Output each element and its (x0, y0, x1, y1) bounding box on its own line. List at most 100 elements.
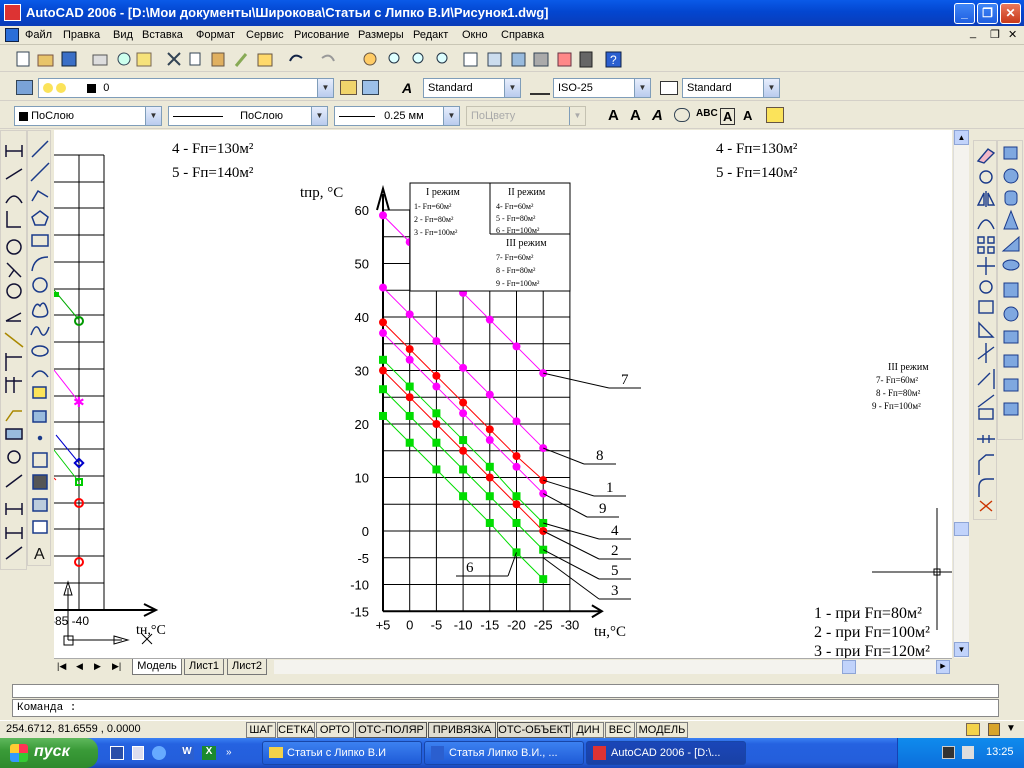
color-dropdown[interactable]: ПоСлою ▼ (14, 106, 162, 126)
join-icon[interactable] (977, 435, 995, 443)
publish-icon[interactable] (136, 52, 152, 67)
sheet-set-icon[interactable] (533, 52, 549, 67)
menu-window[interactable]: Окно (462, 29, 488, 41)
revolve-icon[interactable] (1003, 306, 1019, 322)
hatch-icon[interactable] (32, 452, 48, 468)
zoom-previous-icon[interactable] (436, 52, 448, 64)
help-icon[interactable]: ? (605, 51, 622, 68)
otrack-toggle[interactable]: ОТС-ОБЪЕКТ (497, 722, 571, 738)
menu-help[interactable]: Справка (501, 29, 544, 41)
offset-icon[interactable] (977, 219, 995, 230)
aligned-dim-icon[interactable] (5, 168, 23, 180)
autocad-app-icon[interactable] (4, 4, 21, 21)
tab-layout1[interactable]: Лист1 (184, 659, 224, 675)
gradient-icon[interactable] (32, 474, 48, 490)
sphere-icon[interactable] (1003, 168, 1019, 184)
mirror-icon[interactable] (976, 191, 996, 207)
layer-dropdown[interactable]: 0 ▼ (38, 78, 334, 98)
slice-icon[interactable] (1003, 330, 1019, 344)
task-word[interactable]: Статья Липко В.И., ... (424, 741, 584, 765)
spline-icon[interactable] (30, 326, 50, 336)
rectangle-icon[interactable] (31, 234, 49, 247)
text-style-edit-icon[interactable]: A (652, 107, 663, 124)
tray-volume-icon[interactable] (962, 746, 974, 759)
quicklaunch-save-icon[interactable] (110, 746, 124, 760)
arc-length-icon[interactable] (5, 195, 23, 204)
pan-icon[interactable] (363, 52, 377, 66)
extend-icon[interactable] (977, 369, 995, 389)
zoom-window-icon[interactable] (412, 52, 424, 64)
linetype-dropdown[interactable]: ПоСлою ▼ (168, 106, 328, 126)
paste-icon[interactable] (211, 52, 225, 67)
markup-icon[interactable] (557, 52, 572, 67)
match-properties-icon[interactable] (234, 53, 248, 67)
document-icon[interactable] (5, 28, 19, 42)
snap-toggle[interactable]: ШАГ (246, 722, 276, 738)
undo-icon[interactable] (289, 54, 303, 62)
scroll-thumb[interactable] (954, 522, 969, 536)
tool-palettes-icon[interactable] (511, 52, 526, 67)
arc-icon[interactable] (31, 256, 49, 272)
torus-icon[interactable] (1002, 259, 1020, 271)
menu-draw[interactable]: Рисование (294, 29, 349, 41)
ortho-toggle[interactable]: ОРТО (316, 722, 354, 738)
tab-model[interactable]: Модель (132, 659, 182, 675)
menu-dimension[interactable]: Размеры (358, 29, 404, 41)
quicklaunch-ie-icon[interactable] (152, 746, 166, 760)
dim-style-dropdown[interactable]: ISO-25 ▼ (553, 78, 651, 98)
erase-icon[interactable] (976, 148, 996, 164)
menu-modify[interactable]: Редакт (413, 29, 448, 41)
model-toggle[interactable]: МОДЕЛЬ (636, 722, 688, 738)
table-style-dropdown[interactable]: Standard ▼ (682, 78, 780, 98)
extrude-icon[interactable] (1003, 282, 1019, 298)
radius-icon[interactable] (6, 239, 22, 255)
chamfer-icon[interactable] (978, 454, 994, 475)
minimize-button[interactable]: _ (954, 3, 975, 24)
vertical-scrollbar[interactable]: ▲ ▼ (953, 130, 969, 658)
spell-check-icon[interactable]: ABC (696, 108, 718, 119)
doc-restore-button[interactable]: ❐ (990, 28, 1000, 41)
block-editor-icon[interactable] (257, 53, 273, 67)
jogged-icon[interactable] (6, 262, 22, 278)
first-tab-button[interactable]: |◀ (57, 661, 66, 672)
rotate-icon[interactable] (979, 280, 993, 294)
center-mark-icon[interactable] (7, 450, 21, 464)
task-folder[interactable]: Статьи с Липко В.И (262, 741, 422, 765)
explode-icon[interactable] (979, 500, 993, 512)
stretch-icon[interactable] (978, 321, 995, 338)
dyn-toggle[interactable]: ДИН (572, 722, 604, 738)
command-line[interactable]: Команда : (12, 699, 999, 717)
doc-close-button[interactable]: ✕ (1008, 28, 1017, 41)
quicklaunch-excel-icon[interactable]: X (202, 746, 216, 760)
edit-text-icon[interactable]: A (630, 107, 641, 124)
quicklaunch-word-icon[interactable]: W (180, 746, 194, 760)
solid-edit-icon[interactable] (1003, 402, 1019, 416)
box-icon[interactable] (1003, 146, 1018, 160)
justify-text-icon[interactable]: A (743, 108, 752, 123)
layer-manager-icon[interactable] (16, 80, 33, 95)
baseline-icon[interactable] (5, 353, 22, 371)
dim-update-icon[interactable] (5, 527, 23, 539)
circle-icon[interactable] (32, 277, 48, 293)
continue-icon[interactable] (5, 377, 22, 393)
angular-icon[interactable] (5, 312, 22, 322)
tray-network-icon[interactable] (942, 746, 955, 759)
layer-previous-icon[interactable] (362, 80, 379, 95)
break-icon[interactable] (978, 408, 994, 420)
lineweight-dropdown[interactable]: 0.25 мм ▼ (334, 106, 460, 126)
dim-style-icon[interactable] (530, 81, 550, 95)
table-style-icon[interactable] (660, 81, 678, 95)
close-button[interactable]: ✕ (1000, 3, 1021, 24)
next-tab-button[interactable]: ▶ (94, 661, 101, 672)
open-icon[interactable] (37, 54, 54, 67)
menu-view[interactable]: Вид (113, 29, 133, 41)
ordinate-icon[interactable] (6, 211, 21, 228)
menu-insert[interactable]: Вставка (142, 29, 183, 41)
toolbar-lock-icon[interactable] (988, 723, 1000, 736)
menu-file[interactable]: Файл (25, 29, 52, 41)
tolerance-icon[interactable] (5, 428, 23, 440)
preview-icon[interactable] (117, 52, 131, 66)
lwt-toggle[interactable]: ВЕС (605, 722, 635, 738)
break-at-point-icon[interactable] (977, 394, 995, 408)
move-icon[interactable] (977, 257, 995, 275)
